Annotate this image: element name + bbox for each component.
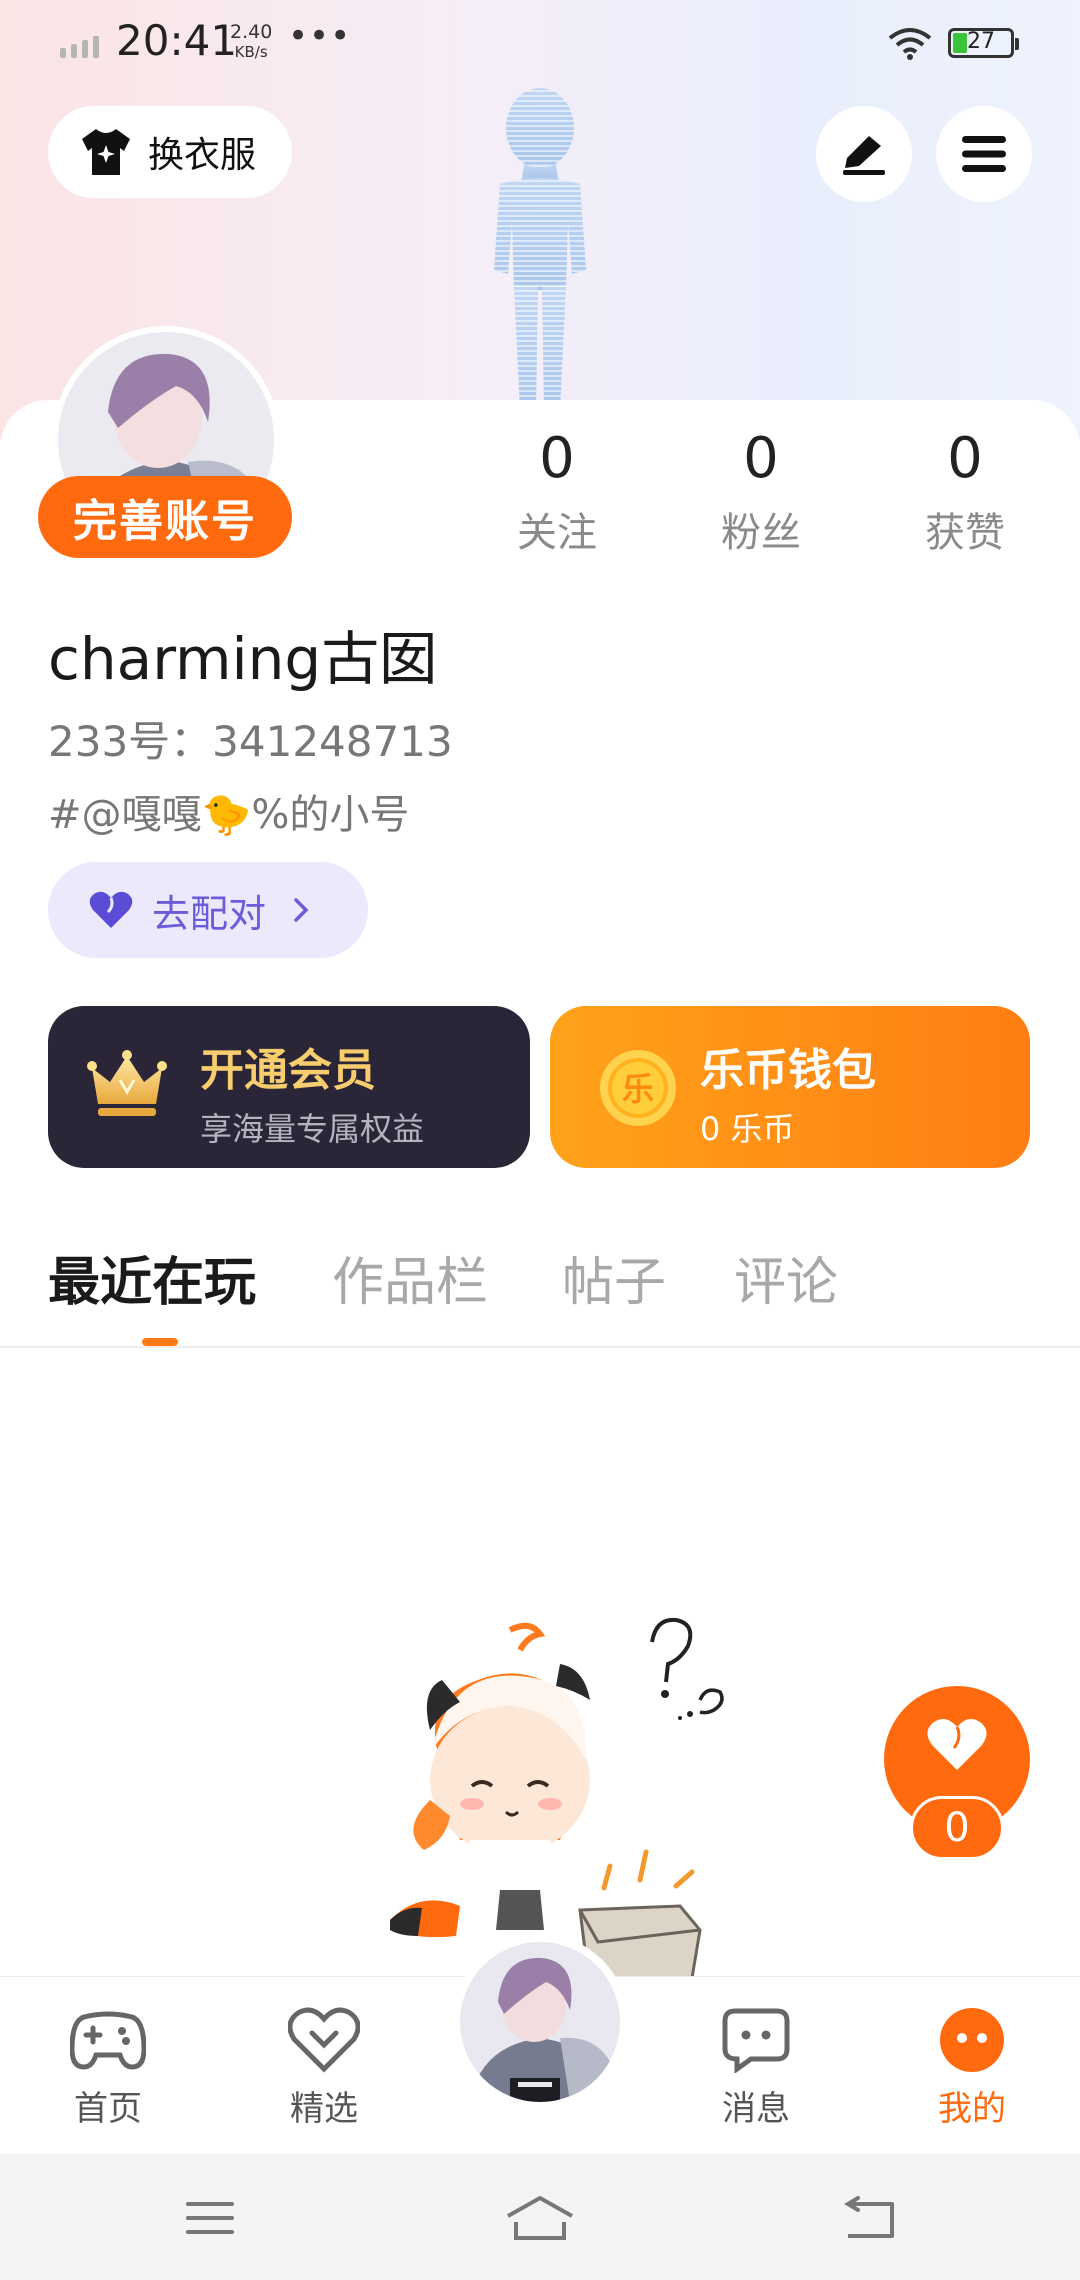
tab-works[interactable]: 作品栏: [332, 1240, 488, 1315]
like-count: 0: [910, 1796, 1004, 1860]
coin-wallet-title: 乐币钱包: [700, 1045, 876, 1096]
content-tabs: 最近在玩 作品栏 帖子 评论: [0, 1240, 1080, 1348]
coin-wallet-card[interactable]: 乐 乐币钱包 0 乐币: [550, 1006, 1030, 1168]
nav-messages[interactable]: 消息: [686, 2005, 826, 2130]
fans-label: 粉丝: [721, 510, 801, 556]
empty-state-illustration: [390, 1617, 724, 1990]
go-match-label: 去配对: [152, 891, 267, 936]
tab-recently-played[interactable]: 最近在玩: [48, 1240, 256, 1315]
fans-count: 0: [743, 426, 779, 491]
gamepad-icon: [70, 2011, 146, 2070]
profile-face-icon: [940, 2008, 1004, 2072]
nav-messages-label: 消息: [722, 2089, 790, 2129]
edit-profile-button[interactable]: [816, 106, 912, 202]
tab-indicator: [142, 1338, 178, 1346]
vip-membership-card[interactable]: 开通会员 享海量专属权益: [48, 1006, 530, 1168]
tab-comments[interactable]: 评论: [734, 1240, 838, 1315]
nav-featured-label: 精选: [290, 2089, 358, 2129]
system-navigation-bar: [0, 2154, 1080, 2280]
hamburger-icon: [962, 136, 1006, 172]
chevron-right-icon: [294, 898, 309, 922]
coin-icon: 乐: [600, 1050, 676, 1126]
heart-icon: [89, 891, 133, 928]
change-outfit-button[interactable]: 换衣服: [48, 106, 292, 198]
heart-icon: [927, 1718, 987, 1770]
vip-title: 开通会员: [200, 1045, 376, 1096]
complete-account-button[interactable]: 完善账号: [38, 476, 292, 558]
stat-likes[interactable]: 0 获赞: [890, 424, 1040, 558]
likes-label: 获赞: [925, 510, 1005, 556]
go-match-button[interactable]: 去配对: [48, 862, 368, 958]
battery-icon: 27: [948, 28, 1019, 58]
net-speed-unit: KB/s: [234, 43, 268, 61]
center-avatar-image: [460, 1942, 620, 2102]
username: charming古囡: [48, 625, 438, 693]
home-icon[interactable]: [504, 2194, 576, 2244]
status-time: 20:41: [116, 16, 238, 65]
user-id: 233号：341248713: [48, 717, 453, 766]
more-notifications-icon: •••: [288, 16, 352, 56]
pencil-icon: [843, 136, 885, 175]
likes-count: 0: [947, 426, 983, 491]
nav-mine-label: 我的: [938, 2089, 1006, 2129]
battery-level: 27: [967, 29, 995, 54]
menu-button[interactable]: [936, 106, 1032, 202]
chat-icon: [722, 2008, 790, 2073]
following-label: 关注: [517, 510, 597, 556]
wifi-icon: [888, 28, 932, 60]
net-speed-value: 2.40: [230, 21, 273, 43]
nav-home-label: 首页: [74, 2089, 142, 2129]
back-icon[interactable]: [840, 2194, 900, 2244]
stat-following[interactable]: 0 关注: [482, 424, 632, 558]
nav-home[interactable]: 首页: [38, 2005, 178, 2130]
change-outfit-label: 换衣服: [148, 135, 257, 176]
recent-apps-icon[interactable]: [180, 2194, 240, 2244]
coin-glyph: 乐: [622, 1070, 654, 1108]
tab-posts[interactable]: 帖子: [562, 1240, 666, 1315]
signature: #@嘎嘎🐤%的小号: [48, 792, 410, 838]
heart-badge-icon: [288, 2007, 360, 2073]
coin-wallet-balance: 0 乐币: [700, 1110, 795, 1148]
avatar-hologram-figure[interactable]: [440, 80, 640, 410]
stat-fans[interactable]: 0 粉丝: [686, 424, 836, 558]
nav-mine[interactable]: 我的: [902, 2005, 1042, 2130]
vip-subtitle: 享海量专属权益: [200, 1110, 425, 1148]
status-bar: 20:41 2.40 KB/s ••• 27: [0, 0, 1080, 90]
tshirt-icon: [82, 129, 130, 175]
nav-center-avatar[interactable]: [452, 1934, 628, 2110]
nav-featured[interactable]: 精选: [254, 2005, 394, 2130]
signal-icon: [60, 36, 99, 58]
following-count: 0: [539, 426, 575, 491]
net-speed: 2.40 KB/s: [230, 22, 272, 62]
crown-icon: [87, 1050, 167, 1116]
